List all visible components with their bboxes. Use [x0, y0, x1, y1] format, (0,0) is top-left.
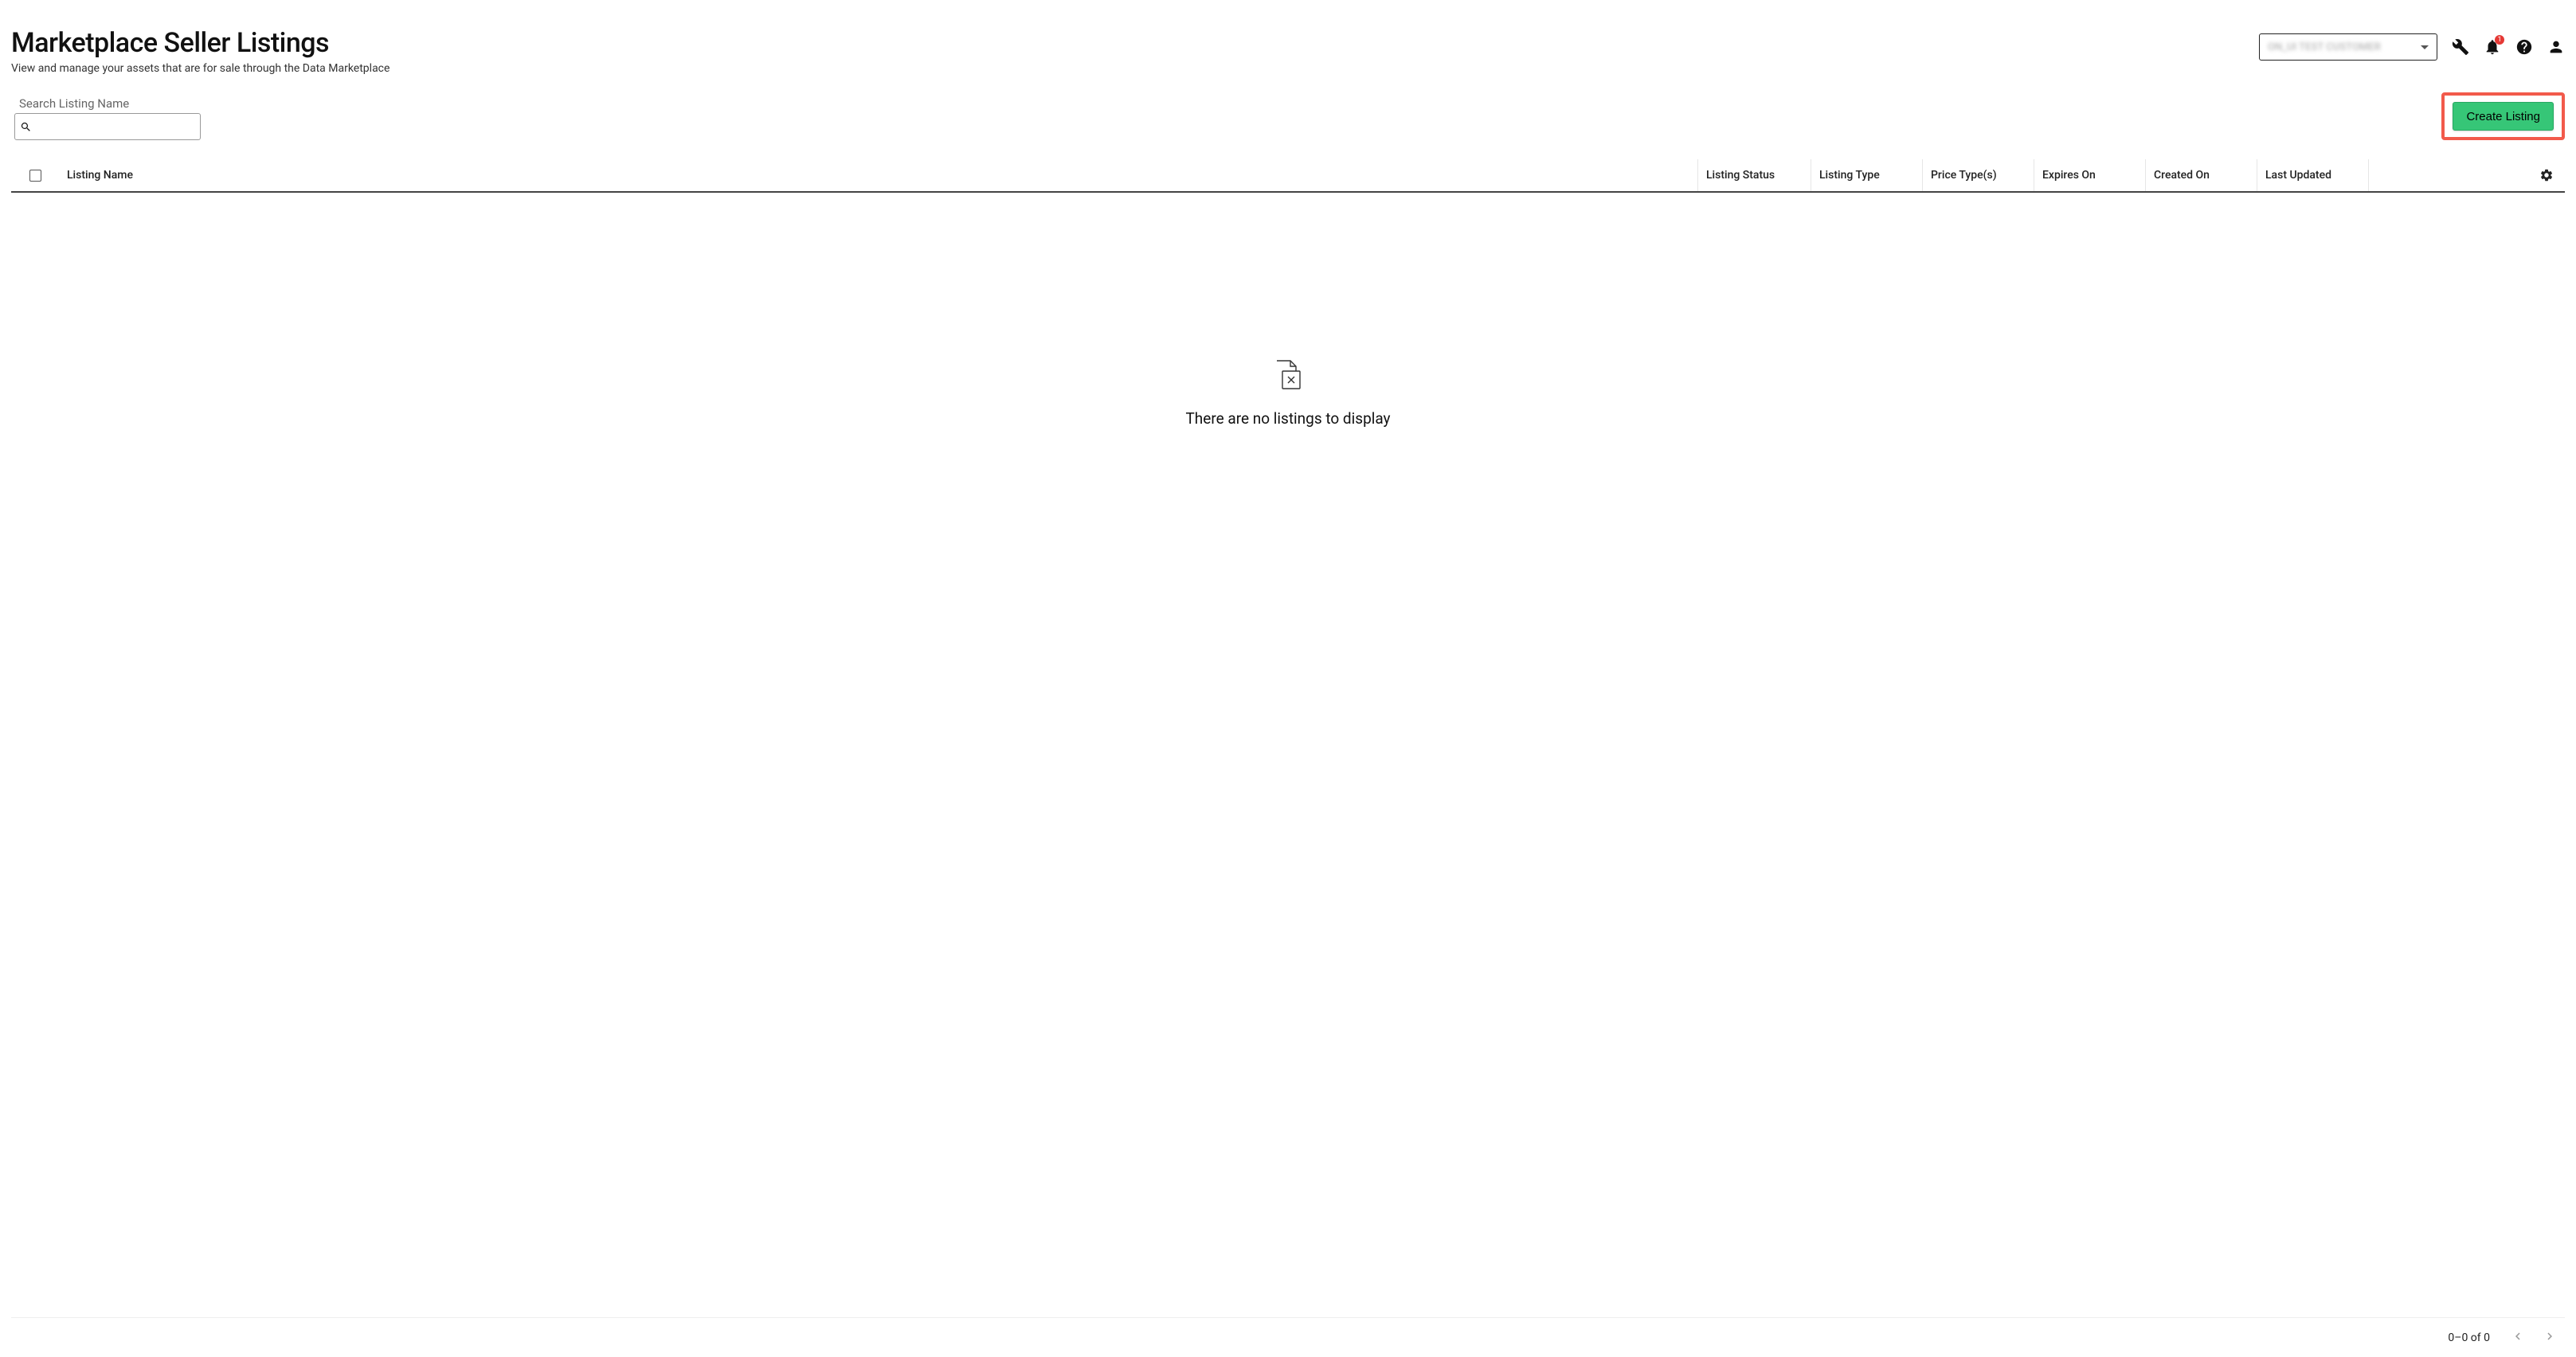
person-icon[interactable] [2547, 38, 2565, 56]
page-subtitle: View and manage your assets that are for… [11, 62, 390, 75]
table-header-row: Listing Name Listing Status Listing Type… [11, 159, 2565, 193]
help-icon[interactable] [2515, 38, 2533, 56]
col-listing-status[interactable]: Listing Status [1698, 159, 1811, 191]
col-listing-type[interactable]: Listing Type [1811, 159, 1923, 191]
create-listing-highlight: Create Listing [2441, 92, 2565, 140]
chevron-down-icon [2421, 45, 2429, 49]
col-listing-name[interactable]: Listing Name [56, 159, 1698, 191]
bell-icon[interactable]: 1 [2484, 38, 2501, 56]
col-price-types[interactable]: Price Type(s) [1923, 159, 2034, 191]
notification-badge: 1 [2495, 35, 2504, 45]
col-created-on[interactable]: Created On [2146, 159, 2257, 191]
customer-dropdown[interactable]: ON_UI TEST CUSTOMER [2259, 33, 2437, 61]
page-title: Marketplace Seller Listings [11, 27, 390, 59]
search-input[interactable] [32, 119, 195, 134]
pagination-range: 0–0 of 0 [2448, 1332, 2490, 1344]
table-settings-button[interactable] [2528, 159, 2565, 191]
customer-dropdown-label: ON_UI TEST CUSTOMER [2268, 41, 2381, 53]
wrench-icon[interactable] [2452, 38, 2469, 56]
gear-icon [2539, 168, 2554, 182]
select-all-checkbox[interactable] [29, 170, 41, 182]
col-expires-on[interactable]: Expires On [2034, 159, 2146, 191]
chevron-right-icon [2543, 1329, 2557, 1343]
col-last-updated[interactable]: Last Updated [2257, 159, 2369, 191]
next-page-button[interactable] [2543, 1329, 2557, 1347]
chevron-left-icon [2511, 1329, 2525, 1343]
prev-page-button[interactable] [2511, 1329, 2525, 1347]
create-listing-button[interactable]: Create Listing [2453, 102, 2554, 131]
empty-file-icon [1274, 360, 1302, 390]
empty-state-message: There are no listings to display [1185, 409, 1390, 428]
search-icon [20, 121, 32, 133]
search-field[interactable] [14, 113, 201, 140]
search-label: Search Listing Name [19, 96, 201, 111]
